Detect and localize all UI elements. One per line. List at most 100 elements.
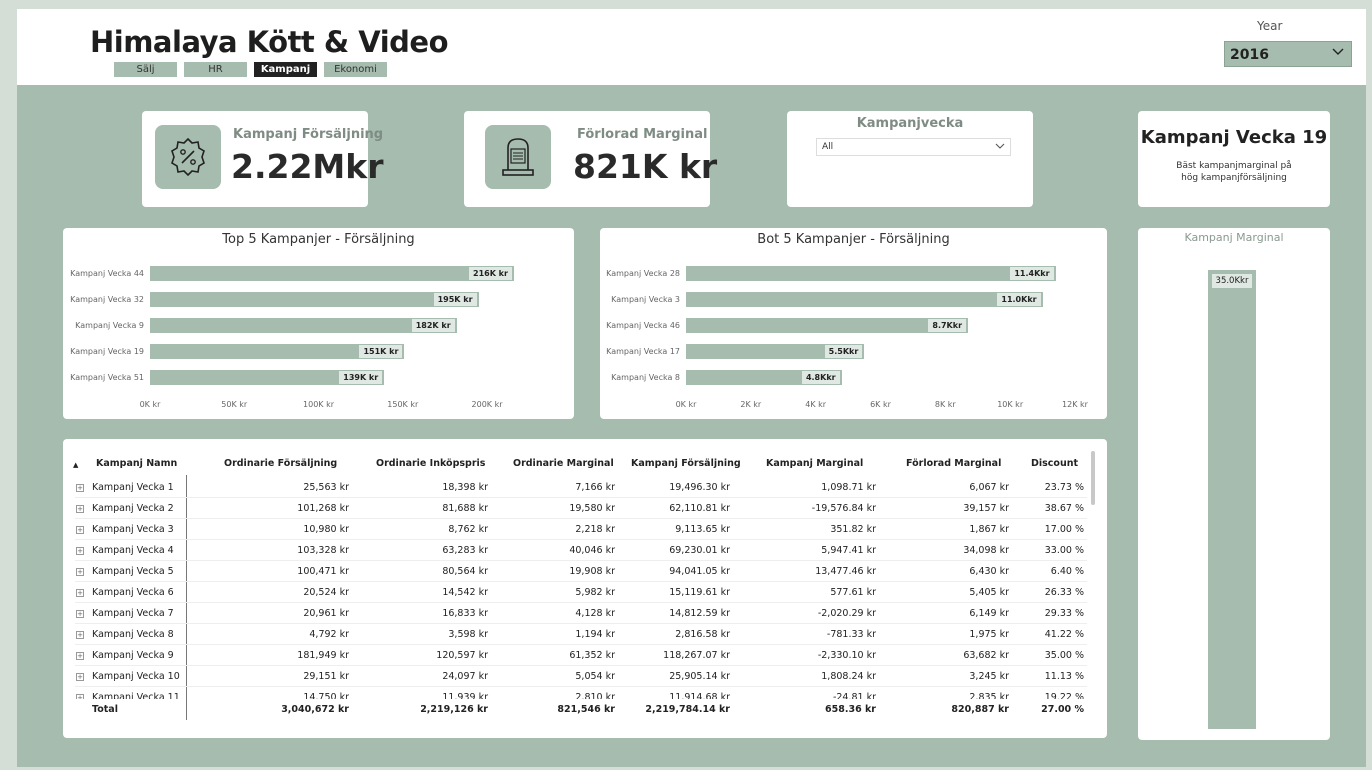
table-row[interactable]: + Kampanj Vecka 11 14,750 kr 11,939 kr 2,810…	[75, 687, 1087, 699]
year-value: 2016	[1230, 47, 1269, 63]
column-header[interactable]: Kampanj Försäljning	[631, 458, 741, 469]
table-row[interactable]: + Kampanj Vecka 1 25,563 kr 18,398 kr 7,166 …	[75, 477, 1087, 498]
value-cell: 38.67 %	[1044, 503, 1084, 514]
value-cell: 6,149 kr	[969, 608, 1009, 619]
total-cell: 820,887 kr	[951, 704, 1009, 715]
table-row[interactable]: + Kampanj Vecka 8 4,792 kr 3,598 kr 1,194 kr…	[75, 624, 1087, 645]
value-cell: -19,576.84 kr	[811, 503, 876, 514]
value-cell: 101,268 kr	[297, 503, 349, 514]
best-campaign-card: Kampanj Vecka 19 Bäst kampanjmarginal på…	[1138, 111, 1330, 207]
value-cell: 33.00 %	[1044, 545, 1084, 556]
value-cell: 6,067 kr	[969, 482, 1009, 493]
value-cell: 120,597 kr	[436, 650, 488, 661]
total-cell: 821,546 kr	[557, 704, 615, 715]
tab-salj[interactable]: Sälj	[114, 62, 177, 77]
value-cell: 8,762 kr	[448, 524, 488, 535]
chart-bar[interactable]: 35.0Kkr	[1208, 270, 1256, 729]
column-header[interactable]: Kampanj Marginal	[766, 458, 863, 469]
tab-kampanj[interactable]: Kampanj	[254, 62, 317, 77]
value-cell: 7,166 kr	[575, 482, 615, 493]
value-cell: 19.22 %	[1044, 692, 1084, 699]
expand-row-icon[interactable]: +	[76, 589, 84, 597]
value-cell: -2,020.29 kr	[817, 608, 876, 619]
x-tick-label: 4K kr	[805, 400, 827, 409]
value-cell: 1,975 kr	[969, 629, 1009, 640]
value-cell: -24.81 kr	[832, 692, 876, 699]
value-cell: 62,110.81 kr	[669, 503, 730, 514]
kampanjvecka-dropdown[interactable]: All	[816, 138, 1011, 156]
expand-row-icon[interactable]: +	[76, 694, 84, 699]
value-cell: 14,542 kr	[442, 587, 488, 598]
value-cell: 5,054 kr	[575, 671, 615, 682]
table-row[interactable]: + Kampanj Vecka 4 103,328 kr 63,283 kr 40,04…	[75, 540, 1087, 561]
value-cell: 577.61 kr	[830, 587, 876, 598]
chart-bar[interactable]: 11.0Kkr	[686, 292, 1043, 307]
value-cell: 24,097 kr	[442, 671, 488, 682]
column-header[interactable]: Kampanj Namn	[96, 458, 177, 469]
x-tick-label: 200K kr	[471, 400, 503, 409]
chart-bar[interactable]: 195K kr	[150, 292, 479, 307]
total-cell: 2,219,784.14 kr	[645, 704, 730, 715]
report-header: Himalaya Kött & Video Sälj HR Kampanj Ek…	[17, 9, 1366, 85]
chart-bar[interactable]: 8.7Kkr	[686, 318, 969, 333]
x-tick-label: 12K kr	[1062, 400, 1088, 409]
table-row[interactable]: + Kampanj Vecka 5 100,471 kr 80,564 kr 19,90…	[75, 561, 1087, 582]
data-label: 182K kr	[411, 319, 455, 332]
value-cell: 20,961 kr	[303, 608, 349, 619]
chart-bar[interactable]: 151K kr	[150, 344, 405, 359]
page-nav: Sälj HR Kampanj Ekonomi	[114, 62, 387, 77]
value-cell: 63,682 kr	[963, 650, 1009, 661]
tab-hr[interactable]: HR	[184, 62, 247, 77]
value-cell: 2,810 kr	[575, 692, 615, 699]
table-row[interactable]: + Kampanj Vecka 7 20,961 kr 16,833 kr 4,128 …	[75, 603, 1087, 624]
table-row[interactable]: + Kampanj Vecka 9 181,949 kr 120,597 kr 61,3…	[75, 645, 1087, 666]
value-cell: 11,939 kr	[442, 692, 488, 699]
expand-row-icon[interactable]: +	[76, 568, 84, 576]
expand-row-icon[interactable]: +	[76, 673, 84, 681]
year-dropdown[interactable]: 2016	[1224, 41, 1352, 67]
chart-bar[interactable]: 139K kr	[150, 370, 385, 385]
expand-row-icon[interactable]: +	[76, 631, 84, 639]
chart-bar[interactable]: 11.4Kkr	[686, 266, 1056, 281]
sort-ascending-icon[interactable]: ▲	[73, 461, 78, 469]
value-cell: 1,194 kr	[575, 629, 615, 640]
column-header[interactable]: Discount	[1031, 458, 1078, 469]
kpi-sales-label: Kampanj Försäljning	[233, 127, 384, 142]
column-header[interactable]: Ordinarie Inköpspris	[376, 458, 485, 469]
total-label: Total	[92, 704, 118, 715]
data-label: 195K kr	[433, 293, 477, 306]
expand-row-icon[interactable]: +	[76, 484, 84, 492]
value-cell: 35.00 %	[1044, 650, 1084, 661]
table-row[interactable]: + Kampanj Vecka 6 20,524 kr 14,542 kr 5,982 …	[75, 582, 1087, 603]
value-cell: -781.33 kr	[826, 629, 876, 640]
table-scrollbar[interactable]	[1091, 451, 1095, 505]
x-tick-label: 6K kr	[870, 400, 891, 409]
data-label: 11.0Kkr	[997, 293, 1041, 306]
best-campaign-title: Kampanj Vecka 19	[1140, 127, 1328, 148]
chart-bar[interactable]: 4.8Kkr	[686, 370, 842, 385]
chevron-down-icon	[994, 140, 1006, 155]
chart-bar[interactable]: 5.5Kkr	[686, 344, 865, 359]
chart-bar[interactable]: 182K kr	[150, 318, 457, 333]
table-row[interactable]: + Kampanj Vecka 2 101,268 kr 81,688 kr 19,58…	[75, 498, 1087, 519]
expand-row-icon[interactable]: +	[76, 652, 84, 660]
table-row[interactable]: + Kampanj Vecka 3 10,980 kr 8,762 kr 2,218 k…	[75, 519, 1087, 540]
column-header[interactable]: Förlorad Marginal	[906, 458, 1001, 469]
value-cell: 181,949 kr	[297, 650, 349, 661]
column-header[interactable]: Ordinarie Försäljning	[224, 458, 337, 469]
expand-row-icon[interactable]: +	[76, 610, 84, 618]
value-cell: 18,398 kr	[442, 482, 488, 493]
category-label: Kampanj Vecka 51	[70, 373, 144, 382]
expand-row-icon[interactable]: +	[76, 505, 84, 513]
x-tick-label: 50K kr	[221, 400, 248, 409]
campaign-name-cell: Kampanj Vecka 11	[92, 692, 180, 699]
chevron-down-icon	[1331, 45, 1345, 63]
chart-bar[interactable]: 216K kr	[150, 266, 514, 281]
expand-row-icon[interactable]: +	[76, 526, 84, 534]
column-header[interactable]: Ordinarie Marginal	[513, 458, 614, 469]
data-label: 4.8Kkr	[801, 371, 840, 384]
tab-ekonomi[interactable]: Ekonomi	[324, 62, 387, 77]
expand-row-icon[interactable]: +	[76, 547, 84, 555]
table-row[interactable]: + Kampanj Vecka 10 29,151 kr 24,097 kr 5,054…	[75, 666, 1087, 687]
data-label: 35.0Kkr	[1212, 274, 1252, 288]
